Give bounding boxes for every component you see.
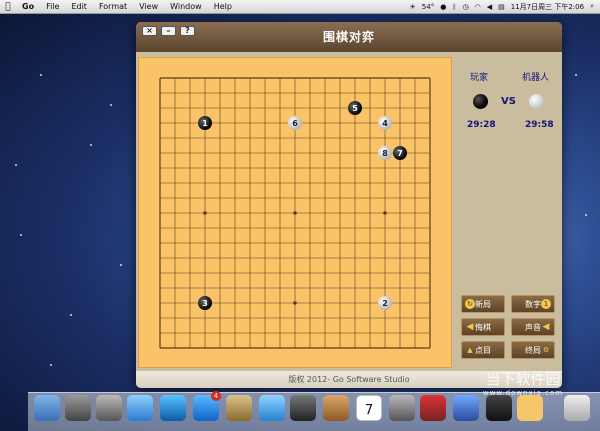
svg-text:8: 8 [382,149,388,158]
sound-label: 声音 [525,322,541,332]
wifi-icon[interactable]: ◠ [475,3,481,11]
svg-text:1: 1 [202,119,208,128]
menu-window[interactable]: Window [164,2,208,11]
count-icon: ▲ [467,346,473,354]
star-point [383,211,387,215]
end-game-label: 终局 [525,345,541,355]
star-point [293,211,297,215]
photo-booth-icon[interactable] [420,395,446,421]
bluetooth-icon[interactable]: ᛒ [452,3,456,11]
count-label: 点目 [475,345,491,355]
white-stone-8: 8 [378,146,392,160]
window-title: 围棋对弈 [322,30,375,44]
black-stone-7: 7 [393,146,407,160]
black-stone-1: 1 [198,116,212,130]
black-stone-5: 5 [348,101,362,115]
star-point [293,301,297,305]
player-label: 玩家 [470,73,489,83]
undo-label: 悔棋 [475,322,491,332]
watermark-main: 当下软件园 [485,370,561,388]
apple-menu-icon[interactable]:  [0,2,16,12]
facetime-icon[interactable] [290,395,316,421]
menu-file[interactable]: File [40,2,65,11]
numbers-icon: 1 [541,299,551,309]
player-stone-icon [473,94,488,109]
system-preferences-icon[interactable] [389,395,415,421]
time-machine-icon[interactable]: ◷ [463,3,469,11]
volume-icon[interactable]: ◀ [487,3,492,11]
sound-button[interactable]: 声音 ◀ [511,318,555,336]
gear-icon: ⚙ [542,346,550,354]
undo-arrow-icon: ◀ [466,322,474,332]
white-stone-4: 4 [378,116,392,130]
watermark: 当下软件园 www.downxia.com [448,368,598,408]
black-stone-3: 3 [198,296,212,310]
robot-timer: 29:58 [525,120,554,130]
numbers-label: 数字 [525,299,541,309]
status-area: ☀ 54° ● ᛒ ◷ ◠ ◀ ▤ 11月7日周三 下午2:06 ⌕ [410,2,600,12]
watermark-sub: www.downxia.com [482,389,564,397]
preview-icon[interactable] [226,395,252,421]
app-store-badge: 4 [211,391,221,401]
menu-view[interactable]: View [133,2,164,11]
vs-label: VS [501,96,516,107]
player-timer: 29:28 [467,120,496,130]
mission-control-icon[interactable] [96,395,122,421]
new-game-label: 新局 [475,299,491,309]
robot-label: 机器人 [522,73,550,83]
safari-icon[interactable] [259,395,285,421]
undo-button[interactable]: ◀ 悔棋 [461,318,505,336]
menu-help[interactable]: Help [208,2,238,11]
end-game-button[interactable]: 终局 ⚙ [511,341,555,359]
sun-icon[interactable]: ☀ [410,3,416,11]
calendar-icon[interactable]: 7 [356,395,382,421]
robot-stone-icon [529,94,544,109]
white-stone-2: 2 [378,296,392,310]
menu-format[interactable]: Format [93,2,133,11]
svg-text:7: 7 [397,149,403,158]
speaker-icon: ◀ [542,322,550,332]
svg-text:4: 4 [382,119,388,128]
temperature: 54° [421,2,435,11]
title-bar[interactable]: × – ? 围棋对弈 [136,22,562,52]
svg-text:5: 5 [352,104,358,113]
flag-icon[interactable]: ▤ [498,3,505,11]
spotlight-icon[interactable]: ⌕ [590,2,594,11]
contacts-icon[interactable] [323,395,349,421]
go-board-area: 1 2 3 4 5 6 78 [138,57,452,368]
menu-app-go[interactable]: Go [16,2,40,11]
mail-icon[interactable] [127,395,153,421]
go-board[interactable]: 1 2 3 4 5 6 78 [139,58,453,369]
new-game-button[interactable]: ↻ 新局 [461,295,505,313]
star-point [203,211,207,215]
svg-text:2: 2 [382,299,388,308]
itunes-icon[interactable] [160,395,186,421]
menu-bar:  Go File Edit Format View Window Help ☀… [0,0,600,14]
new-game-icon: ↻ [465,299,475,309]
svg-text:3: 3 [202,299,208,308]
numbers-button[interactable]: 数字 1 [511,295,555,313]
count-button[interactable]: ▲ 点目 [461,341,505,359]
record-icon[interactable]: ● [440,3,446,11]
white-stone-6: 6 [288,116,302,130]
svg-text:6: 6 [292,119,298,128]
go-window: × – ? 围棋对弈 1 2 3 4 5 6 78 玩家 机器人 VS 29:28 29:5… [136,22,562,388]
menu-edit[interactable]: Edit [65,2,93,11]
finder-icon[interactable] [34,395,60,421]
clock[interactable]: 11月7日周三 下午2:06 [511,2,584,12]
launchpad-icon[interactable] [65,395,91,421]
